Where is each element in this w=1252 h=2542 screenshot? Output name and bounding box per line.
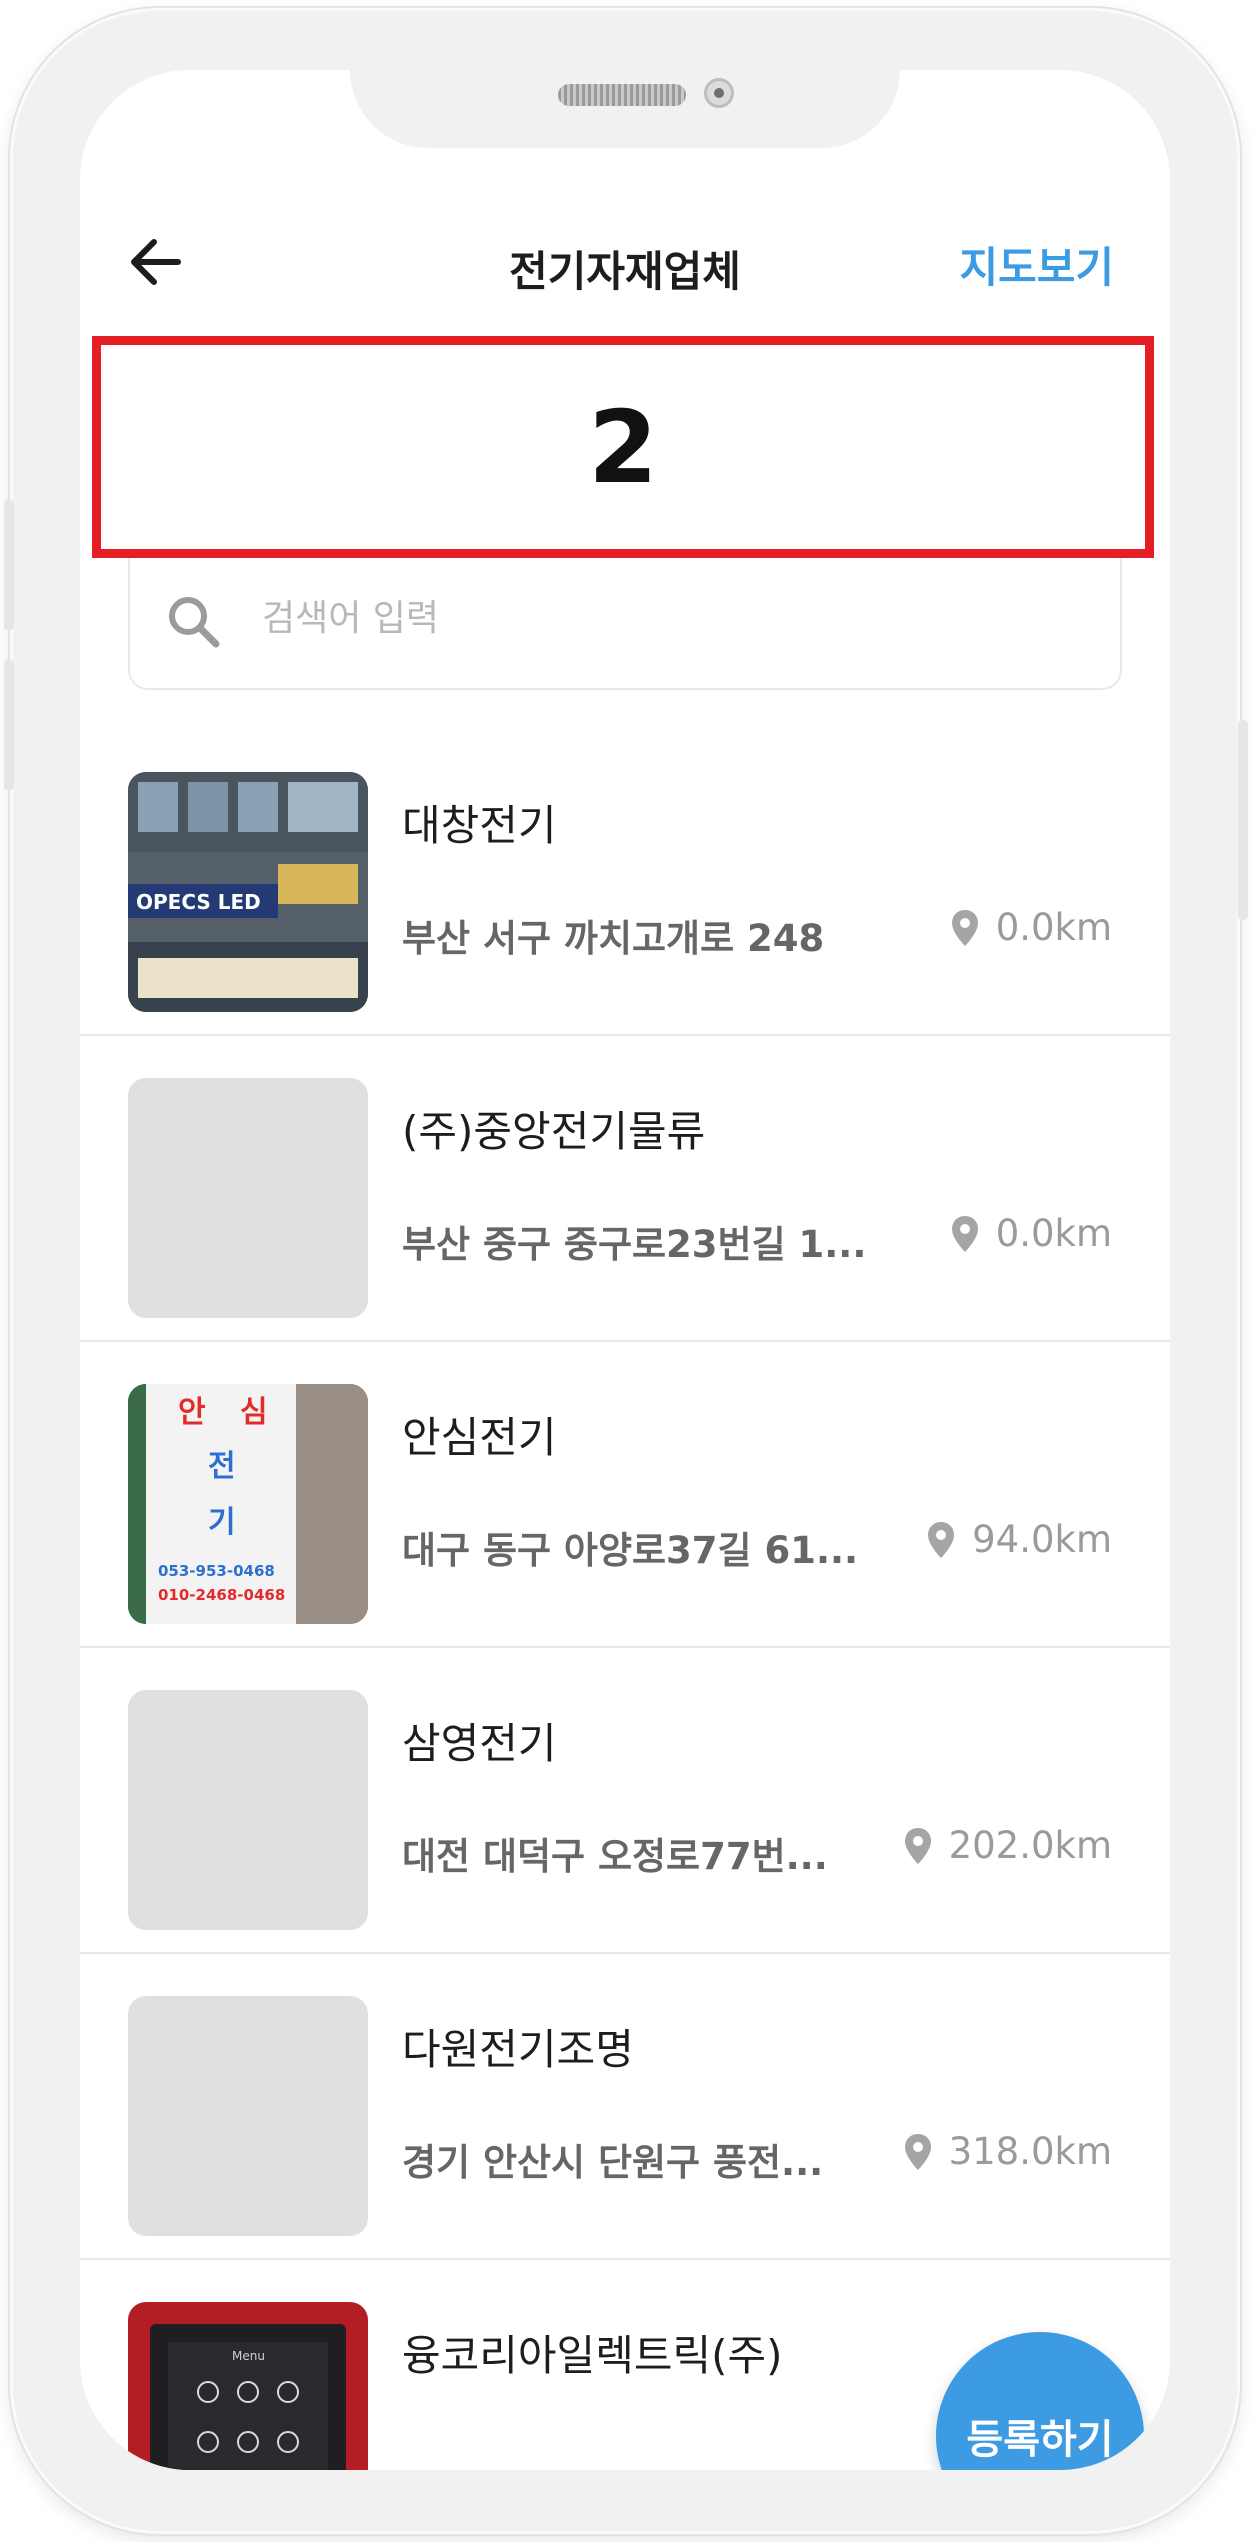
back-button[interactable] xyxy=(120,224,196,300)
sign-phone-text: 053-953-0468 xyxy=(158,1562,275,1580)
vendor-name: 대창전기 xyxy=(402,801,557,850)
search-input[interactable] xyxy=(260,582,1084,654)
phone-side-button xyxy=(1238,720,1248,920)
vendor-thumbnail: OPECS LED xyxy=(128,772,368,1012)
vendor-thumbnail-placeholder xyxy=(128,1690,368,1930)
vendor-distance: 0.0km xyxy=(950,906,1112,949)
storefront-sign-text: OPECS LED xyxy=(136,890,261,914)
vendor-thumbnail: 안 심 전 기 053-953-0468 010-2468-0468 xyxy=(128,1384,368,1624)
search-icon xyxy=(169,597,220,648)
vendor-distance: 94.0km xyxy=(926,1518,1112,1561)
vendor-thumbnail-placeholder xyxy=(128,1996,368,2236)
search-bar[interactable] xyxy=(128,540,1122,690)
vendor-address: 부산 중구 중구로23번길 1... xyxy=(402,1223,867,1266)
vendor-name: 다원전기조명 xyxy=(402,2025,634,2074)
vendor-thumbnail-placeholder xyxy=(128,1078,368,1318)
vendor-distance: 318.0km xyxy=(903,2130,1112,2173)
sign-char: 심 xyxy=(240,1395,268,1430)
sign-char: 안 xyxy=(178,1395,206,1430)
list-item[interactable]: 삼영전기 대전 대덕구 오정로77번... 202.0km xyxy=(80,1648,1170,1954)
phone-side-button xyxy=(4,660,14,790)
vendor-thumbnail: Menu xyxy=(128,2302,368,2470)
list-item[interactable]: (주)중앙전기물류 부산 중구 중구로23번길 1... 0.0km xyxy=(80,1036,1170,1342)
storefront-photo: OPECS LED xyxy=(128,772,368,1012)
vendor-name: 융코리아일렉트릭(주) xyxy=(402,2331,783,2380)
vendor-address: 경기 안산시 단원구 풍전... xyxy=(402,2141,824,2184)
vendor-name: (주)중앙전기물류 xyxy=(402,1107,706,1156)
sign-char: 전 xyxy=(208,1449,236,1484)
front-camera xyxy=(704,78,734,108)
sign-photo: 안 심 전 기 053-953-0468 010-2468-0468 xyxy=(128,1384,368,1624)
app-screen: 전기자재업체 지도보기 2 검색어 입력 OPECS LED 대창전기 부산 서… xyxy=(80,70,1170,2470)
location-pin-icon xyxy=(904,1827,931,1864)
top-app-bar: 전기자재업체 지도보기 xyxy=(80,220,1170,320)
location-pin-icon xyxy=(951,1215,978,1252)
list-item[interactable]: 다원전기조명 경기 안산시 단원구 풍전... 318.0km xyxy=(80,1954,1170,2260)
distance-value: 0.0km xyxy=(995,1212,1112,1255)
distance-value: 318.0km xyxy=(948,2130,1112,2173)
sign-char: 기 xyxy=(208,1505,236,1540)
annotation-highlight-box: 2 xyxy=(92,336,1154,558)
location-pin-icon xyxy=(951,909,978,946)
list-item[interactable]: 안 심 전 기 053-953-0468 010-2468-0468 안심전기 … xyxy=(80,1342,1170,1648)
vendor-distance: 202.0km xyxy=(903,1824,1112,1867)
arrow-left-icon xyxy=(131,239,181,285)
distance-value: 94.0km xyxy=(972,1518,1112,1561)
speaker-grille xyxy=(558,84,686,106)
vendor-address: 대전 대덕구 오정로77번... xyxy=(402,1835,828,1878)
phone-side-button xyxy=(4,500,14,630)
annotation-number: 2 xyxy=(588,388,658,506)
phone-notch xyxy=(350,70,900,148)
vendor-address: 대구 동구 아양로37길 61... xyxy=(402,1529,859,1572)
distance-value: 0.0km xyxy=(995,906,1112,949)
location-pin-icon xyxy=(904,2133,931,2170)
location-pin-icon xyxy=(928,1521,955,1558)
device-menu-text: Menu xyxy=(232,2349,265,2363)
sign-phone-text: 010-2468-0468 xyxy=(158,1586,285,1604)
vendor-name: 안심전기 xyxy=(402,1413,557,1462)
map-view-link[interactable]: 지도보기 xyxy=(959,234,1114,295)
device-photo: Menu xyxy=(128,2302,368,2470)
vendor-address: 부산 서구 까치고개로 248 xyxy=(402,917,825,960)
vendor-distance: 0.0km xyxy=(950,1212,1112,1255)
vendor-list: OPECS LED 대창전기 부산 서구 까치고개로 248 0.0km (주)… xyxy=(80,730,1170,2470)
distance-value: 202.0km xyxy=(948,1824,1112,1867)
list-item[interactable]: OPECS LED 대창전기 부산 서구 까치고개로 248 0.0km xyxy=(80,730,1170,1036)
vendor-name: 삼영전기 xyxy=(402,1719,557,1768)
